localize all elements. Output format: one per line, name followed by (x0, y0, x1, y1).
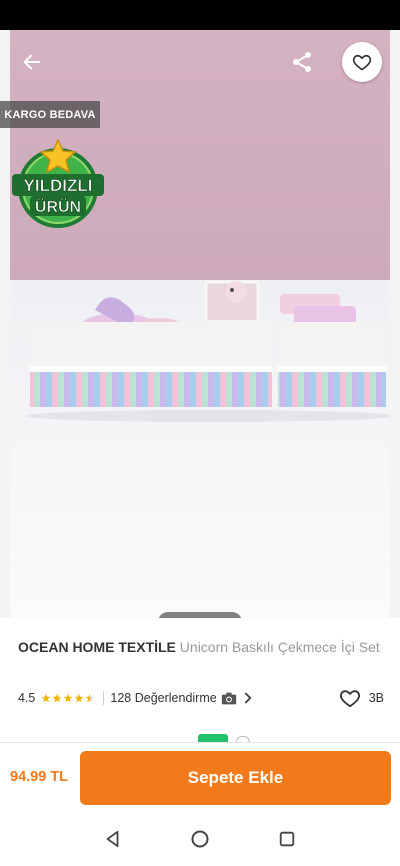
star-icon (75, 693, 84, 703)
carousel-indicator[interactable] (158, 612, 242, 618)
star-icon (64, 693, 73, 703)
add-to-cart-button[interactable]: Sepete Ekle (80, 751, 391, 805)
heart-icon (339, 690, 360, 708)
nav-back-icon (107, 830, 119, 848)
add-to-cart-bar: 94.99 TL Sepete Ekle (0, 742, 400, 812)
nav-back-button[interactable] (101, 827, 125, 851)
favorites-count[interactable]: 3B (339, 688, 384, 708)
free-shipping-badge: KARGO BEDAVA (0, 101, 100, 128)
favorites-value: 3B (368, 691, 384, 705)
back-arrow-icon (23, 54, 41, 70)
product-brand[interactable]: OCEAN HOME TEXTİLE (18, 639, 176, 655)
rating-row: 4.5 128 Değerlendirme 3B (18, 688, 384, 708)
star-product-badge: YILDIZLI ÜRÜN (12, 138, 104, 228)
reviews-link[interactable]: 128 Değerlendirme (110, 691, 252, 705)
rating-value: 4.5 (18, 691, 36, 705)
review-count: 128 Değerlendirme (110, 691, 217, 705)
nav-recents-icon (279, 831, 294, 847)
product-price: 94.99 TL (10, 769, 69, 785)
camera-icon (221, 692, 236, 704)
favorite-button[interactable] (342, 42, 382, 82)
star-icon (42, 693, 51, 703)
star-icon (53, 693, 62, 703)
share-button[interactable] (284, 44, 320, 80)
share-icon (293, 52, 311, 72)
back-button[interactable] (14, 44, 50, 80)
nav-home-button[interactable] (188, 827, 212, 851)
half-star-icon (86, 693, 95, 703)
rating-stars (41, 693, 95, 703)
seller-badge-partial (198, 734, 228, 742)
star-badge-line1: YILDIZLI (24, 176, 93, 195)
nav-recents-button[interactable] (275, 827, 299, 851)
system-navigation-bar (0, 812, 400, 866)
chevron-right-icon (244, 692, 251, 704)
nav-home-icon (191, 830, 209, 848)
star-badge-line2: ÜRÜN (35, 197, 81, 216)
heart-icon (352, 54, 372, 71)
product-title: OCEAN HOME TEXTİLE Unicorn Baskılı Çekme… (18, 638, 384, 657)
status-bar (0, 0, 400, 30)
rating-divider (103, 691, 105, 705)
product-name: Unicorn Baskılı Çekmece İçi Set (179, 639, 380, 655)
